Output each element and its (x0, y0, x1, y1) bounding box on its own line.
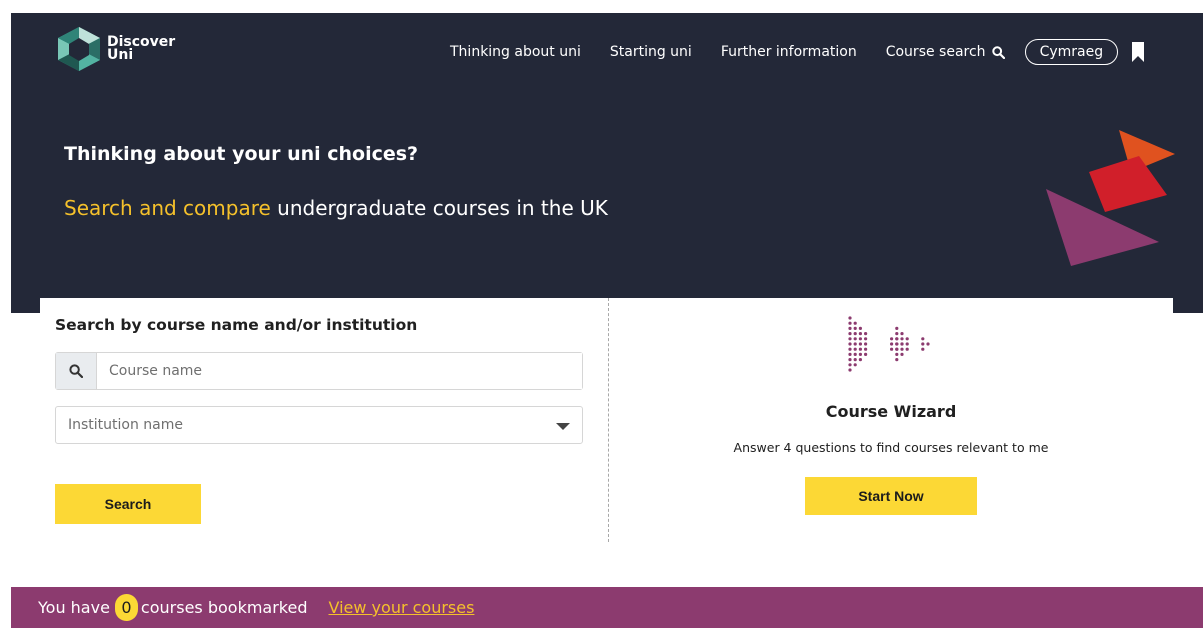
search-button[interactable]: Search (55, 484, 201, 524)
language-toggle-button[interactable]: Cymraeg (1024, 39, 1119, 65)
wizard-dot (858, 352, 862, 356)
hero-subtitle: Search and compare undergraduate courses… (64, 196, 608, 220)
wizard-dot (853, 342, 857, 346)
wizard-dot (895, 352, 899, 356)
course-search-panel: Search by course name and/or institution… (40, 298, 608, 560)
wizard-dot (864, 337, 868, 341)
wizard-dot (900, 347, 904, 351)
course-wizard-panel: Course Wizard Answer 4 questions to find… (609, 298, 1173, 560)
wizard-dot (848, 363, 852, 367)
wizard-dot (895, 347, 899, 351)
wizard-dot (858, 332, 862, 336)
wizard-dot (858, 337, 862, 341)
chevron-down-icon (556, 423, 570, 430)
view-your-courses-link[interactable]: View your courses (329, 598, 475, 617)
wizard-description: Answer 4 questions to find courses relev… (733, 440, 1049, 455)
bookmark-icon[interactable] (1132, 42, 1145, 62)
wizard-dot (848, 337, 852, 341)
wizard-dot (900, 337, 904, 341)
wizard-title: Course Wizard (825, 402, 957, 421)
wizard-dot (900, 352, 904, 356)
nav-course-search-label: Course search (885, 44, 986, 60)
wizard-dot (853, 332, 857, 336)
nav-course-search[interactable]: Course search (886, 44, 1005, 60)
nav-starting-uni[interactable]: Starting uni (610, 44, 692, 60)
hero-banner: Discover Uni Thinking about uni Starting… (11, 13, 1203, 313)
nav-further-information[interactable]: Further information (721, 44, 857, 60)
course-name-input[interactable] (97, 353, 582, 389)
course-wizard-dots-icon (848, 316, 930, 372)
bookmark-suffix: courses bookmarked (140, 598, 308, 617)
main-nav: Thinking about uni Starting uni Further … (450, 36, 1145, 68)
wizard-dot (848, 332, 852, 336)
wizard-dot (864, 332, 868, 336)
wizard-dot (848, 326, 852, 330)
wizard-dot (864, 347, 868, 351)
wizard-dot (853, 363, 857, 367)
hero-subtitle-rest: undergraduate courses in the UK (270, 196, 608, 220)
wizard-dot (905, 342, 909, 346)
hero-subtitle-highlight: Search and compare (64, 196, 271, 220)
wizard-dot (858, 326, 862, 330)
start-now-button[interactable]: Start Now (805, 477, 977, 515)
search-icon (991, 45, 1005, 59)
wizard-dot (895, 326, 899, 330)
wizard-dot (900, 332, 904, 336)
wizard-dot (848, 347, 852, 351)
wizard-dot (905, 337, 909, 341)
hero-title: Thinking about your uni choices? (64, 143, 419, 165)
bookmark-bar: You have 0 courses bookmarked View your … (11, 587, 1203, 628)
wizard-dot (848, 316, 852, 320)
wizard-dot (890, 342, 894, 346)
wizard-dot (853, 347, 857, 351)
wizard-dot (900, 342, 904, 346)
wizard-dot (921, 347, 925, 351)
wizard-dot (848, 342, 852, 346)
wizard-dot (895, 337, 899, 341)
wizard-dot (853, 326, 857, 330)
institution-select[interactable]: Institution name (55, 406, 583, 444)
wizard-dot (853, 352, 857, 356)
wizard-dot (895, 332, 899, 336)
purple-triangle-decoration (1046, 189, 1159, 266)
course-input-search-icon (56, 353, 97, 389)
wizard-dot (890, 337, 894, 341)
wizard-dot (895, 358, 899, 362)
institution-select-placeholder: Institution name (68, 417, 184, 433)
wizard-dot (848, 352, 852, 356)
wizard-dot (853, 321, 857, 325)
wizard-dot (853, 337, 857, 341)
wizard-dot (848, 321, 852, 325)
wizard-dot (848, 358, 852, 362)
logo-text: Discover Uni (107, 35, 175, 63)
search-card: Search by course name and/or institution… (40, 298, 1173, 560)
search-heading: Search by course name and/or institution (55, 316, 418, 334)
logo-hexagon-icon (58, 27, 100, 71)
wizard-dot (921, 342, 925, 346)
wizard-dot (853, 358, 857, 362)
bookmark-prefix: You have (38, 598, 110, 617)
wizard-dot (864, 352, 868, 356)
wizard-dot (864, 342, 868, 346)
bookmark-count-badge: 0 (114, 594, 138, 621)
search-icon (69, 364, 83, 378)
wizard-dot (858, 342, 862, 346)
logo-text-uni: Uni (107, 47, 134, 63)
wizard-dot (895, 342, 899, 346)
wizard-dot (921, 337, 925, 341)
discover-uni-logo[interactable]: Discover Uni (55, 26, 175, 72)
wizard-dot (905, 347, 909, 351)
wizard-dot (926, 342, 930, 346)
course-name-field (55, 352, 583, 390)
wizard-dot (890, 347, 894, 351)
wizard-dot (848, 368, 852, 372)
wizard-dot (858, 347, 862, 351)
wizard-dot (858, 358, 862, 362)
nav-thinking-about-uni[interactable]: Thinking about uni (450, 44, 581, 60)
